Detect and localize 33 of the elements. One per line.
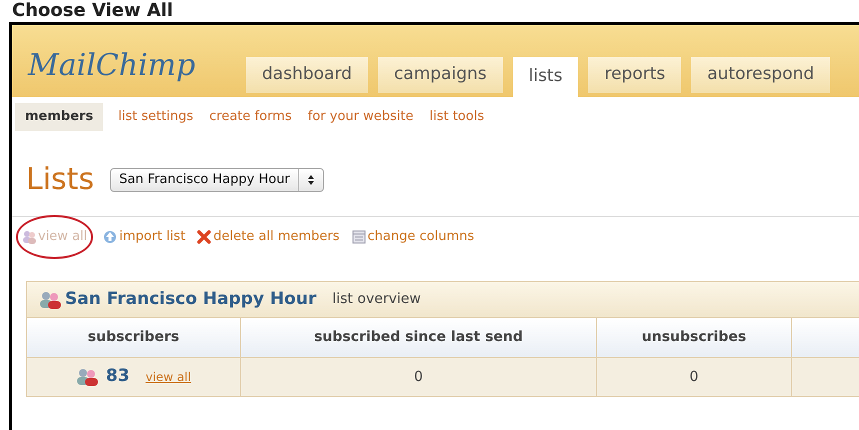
column-header: unsubscribes — [597, 318, 792, 357]
delete-link[interactable]: delete all members — [197, 227, 340, 247]
caption: Choose View All — [11, 0, 174, 22]
subnav-link[interactable]: create forms — [208, 103, 293, 131]
logo: MailChimp — [28, 51, 196, 81]
table-icon — [352, 230, 366, 244]
list-name[interactable]: San Francisco Happy Hour — [65, 286, 316, 312]
subscriber-count: 83 — [106, 365, 130, 388]
stepper-icon — [306, 174, 315, 186]
import-link[interactable]: import list — [103, 227, 186, 247]
nav-tab[interactable]: autorespond — [691, 57, 830, 93]
subnav-link[interactable]: list settings — [117, 103, 194, 131]
view-all-link[interactable]: view all — [146, 368, 192, 386]
list-dropdown[interactable]: San Francisco Happy Hour — [110, 168, 324, 192]
table-cell: 0 — [597, 358, 792, 396]
subnav-link[interactable]: members — [15, 103, 104, 131]
nav-tab[interactable]: campaigns — [378, 57, 503, 93]
table-cell: 0 — [241, 358, 597, 396]
upload-icon — [103, 230, 118, 244]
close-icon — [197, 230, 212, 244]
people-icon — [76, 368, 98, 386]
people-icon — [22, 230, 36, 244]
nav-tab[interactable]: lists — [512, 57, 578, 97]
page-title: Lists — [26, 161, 94, 199]
people-icon — [39, 290, 61, 308]
column-header: subscribed since last send — [241, 318, 597, 357]
nav-tab[interactable]: dashboard — [246, 57, 368, 93]
nav-tab[interactable]: reports — [588, 57, 682, 93]
column-header: subscribers — [27, 318, 241, 357]
list-subtitle: list overview — [332, 290, 421, 309]
subnav-link[interactable]: for your website — [306, 103, 414, 131]
columns-link[interactable]: change columns — [352, 227, 474, 247]
subnav-link[interactable]: list tools — [428, 103, 486, 131]
